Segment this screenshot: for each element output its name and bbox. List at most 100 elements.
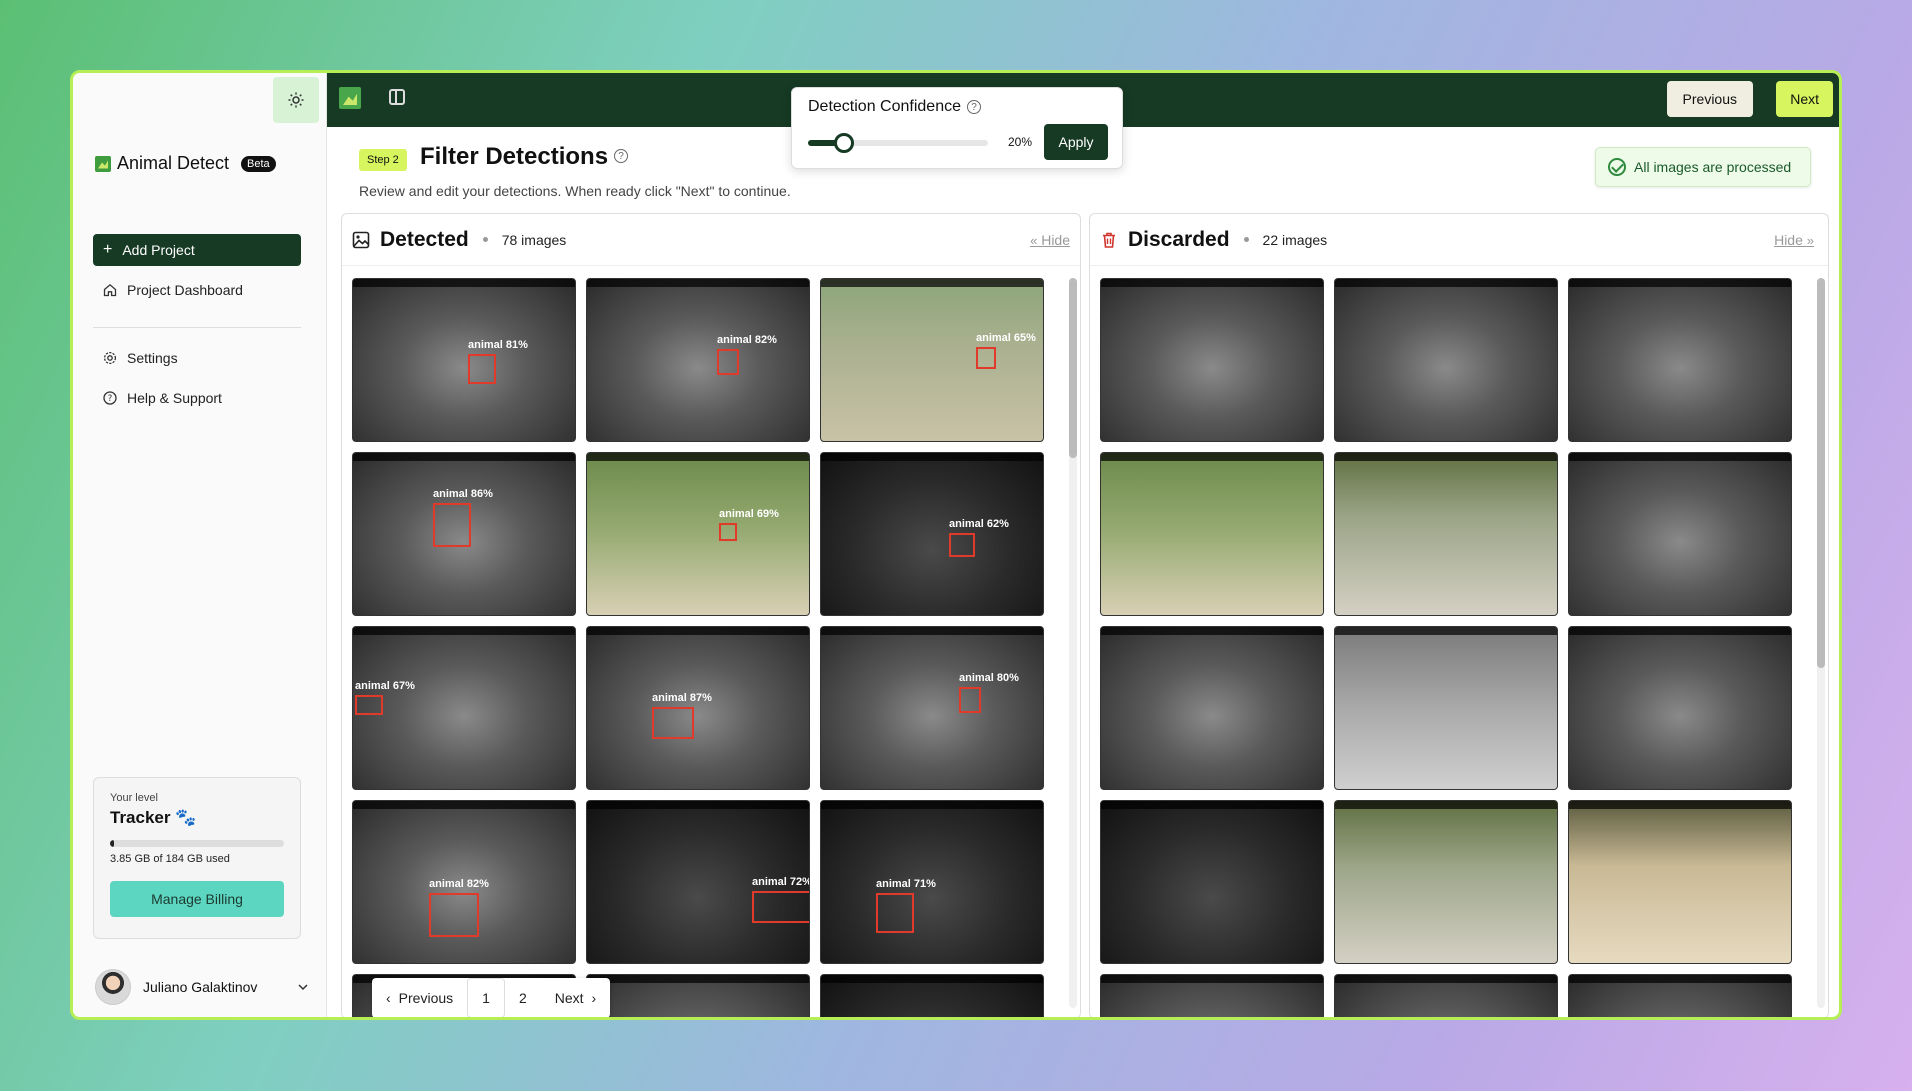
detection-thumbnail[interactable]: animal 80% bbox=[820, 626, 1044, 790]
camera-timestamp bbox=[821, 975, 1043, 983]
detection-thumbnail[interactable]: animal 67% bbox=[352, 626, 576, 790]
theme-toggle-button[interactable] bbox=[273, 77, 319, 123]
discarded-thumbnail[interactable] bbox=[1100, 800, 1324, 964]
hide-detected-link[interactable]: « Hide bbox=[1030, 232, 1070, 248]
camera-timestamp bbox=[1101, 279, 1323, 287]
detection-thumbnail[interactable]: animal 81% bbox=[352, 278, 576, 442]
help-icon[interactable]: ? bbox=[614, 149, 628, 163]
confidence-slider-handle[interactable] bbox=[834, 133, 854, 153]
camera-timestamp bbox=[1569, 627, 1791, 635]
hide-discarded-link[interactable]: Hide » bbox=[1774, 232, 1814, 248]
discarded-thumbnail[interactable] bbox=[1334, 278, 1558, 442]
apply-button[interactable]: Apply bbox=[1044, 124, 1108, 160]
discarded-thumbnail[interactable] bbox=[1568, 626, 1792, 790]
sidebar-item-label: Project Dashboard bbox=[127, 282, 243, 298]
page-subtitle: Review and edit your detections. When re… bbox=[359, 183, 791, 199]
discarded-thumbnail[interactable] bbox=[1334, 626, 1558, 790]
detection-thumbnail[interactable]: animal 71% bbox=[820, 800, 1044, 964]
detection-bounding-box[interactable] bbox=[959, 687, 981, 713]
camera-timestamp bbox=[821, 279, 1043, 287]
discarded-thumbnail[interactable] bbox=[1100, 626, 1324, 790]
detected-count: 78 images bbox=[501, 231, 567, 248]
logo-icon bbox=[95, 155, 111, 172]
camera-timestamp bbox=[1569, 279, 1791, 287]
sidebar-item-label: Settings bbox=[127, 350, 178, 366]
discarded-scrollbar[interactable] bbox=[1817, 278, 1825, 1008]
detected-panel-header: Detected 78 images « Hide bbox=[342, 214, 1080, 266]
detection-thumbnail[interactable]: animal 65% bbox=[820, 278, 1044, 442]
discarded-thumbnail[interactable] bbox=[1334, 452, 1558, 616]
confidence-slider[interactable] bbox=[808, 133, 988, 153]
storage-usage: 3.85 GB of 184 GB used bbox=[110, 853, 230, 865]
detection-label: animal 80% bbox=[959, 672, 1019, 684]
camera-timestamp bbox=[587, 453, 809, 461]
detection-bounding-box[interactable] bbox=[949, 533, 975, 557]
manage-billing-button[interactable]: Manage Billing bbox=[110, 881, 284, 917]
discarded-thumbnail[interactable] bbox=[1100, 278, 1324, 442]
sun-icon bbox=[288, 92, 304, 108]
discarded-thumbnail[interactable] bbox=[1568, 974, 1792, 1017]
beta-badge: Beta bbox=[241, 155, 276, 172]
chevrons-right-icon: » bbox=[1806, 233, 1814, 248]
discarded-thumbnail[interactable] bbox=[1100, 452, 1324, 616]
app-logo-icon[interactable] bbox=[339, 87, 361, 109]
detection-thumbnail[interactable]: animal 82% bbox=[352, 800, 576, 964]
detection-bounding-box[interactable] bbox=[876, 893, 914, 933]
sidebar-item-settings[interactable]: Settings bbox=[93, 342, 301, 374]
detection-bounding-box[interactable] bbox=[652, 707, 694, 739]
detected-scrollbar[interactable] bbox=[1069, 278, 1077, 1008]
sidebar-item-help-support[interactable]: ? Help & Support bbox=[93, 382, 301, 414]
detection-label: animal 67% bbox=[355, 680, 415, 692]
detection-thumbnail[interactable] bbox=[586, 974, 810, 1017]
user-menu[interactable]: Juliano Galaktinov bbox=[95, 969, 309, 1005]
discarded-thumbnail[interactable] bbox=[1568, 800, 1792, 964]
detected-title: Detected bbox=[380, 227, 469, 251]
pagination-page-1[interactable]: 1 bbox=[467, 978, 505, 1017]
camera-timestamp bbox=[587, 279, 809, 287]
app-window: Animal Detect Beta + Add Project Project… bbox=[70, 70, 1842, 1020]
next-step-button[interactable]: Next bbox=[1776, 81, 1833, 117]
detection-thumbnail[interactable]: animal 82% bbox=[586, 278, 810, 442]
camera-timestamp bbox=[353, 453, 575, 461]
discarded-thumbnail[interactable] bbox=[1100, 974, 1324, 1017]
help-icon[interactable]: ? bbox=[966, 100, 981, 114]
detection-thumbnail[interactable]: animal 72% bbox=[586, 800, 810, 964]
pagination-page-2[interactable]: 2 bbox=[505, 978, 541, 1017]
detection-thumbnail[interactable]: animal 69% bbox=[586, 452, 810, 616]
scrollbar-thumb[interactable] bbox=[1817, 278, 1825, 668]
pagination-next-label: Next bbox=[554, 990, 584, 1006]
status-text: All images are processed bbox=[1634, 159, 1792, 175]
detection-bounding-box[interactable] bbox=[429, 893, 479, 937]
pagination-previous-button[interactable]: ‹ Previous bbox=[372, 978, 467, 1017]
sidebar-toggle-icon[interactable] bbox=[389, 89, 405, 105]
discarded-thumbnail[interactable] bbox=[1334, 800, 1558, 964]
detection-bounding-box[interactable] bbox=[976, 347, 996, 369]
detection-bounding-box[interactable] bbox=[719, 523, 737, 541]
detection-bounding-box[interactable] bbox=[717, 349, 739, 375]
detection-thumbnail[interactable]: animal 62% bbox=[820, 452, 1044, 616]
chevron-down-icon bbox=[298, 984, 308, 991]
pagination-next-button[interactable]: Next › bbox=[541, 978, 610, 1017]
chevron-right-icon: › bbox=[591, 990, 597, 1006]
previous-step-button[interactable]: Previous bbox=[1666, 81, 1753, 117]
scrollbar-thumb[interactable] bbox=[1069, 278, 1077, 458]
add-project-label: Add Project bbox=[122, 242, 195, 258]
discarded-thumbnail[interactable] bbox=[1568, 278, 1792, 442]
add-project-button[interactable]: + Add Project bbox=[93, 234, 301, 266]
detection-bounding-box[interactable] bbox=[468, 354, 496, 384]
detection-bounding-box[interactable] bbox=[752, 891, 809, 923]
sidebar-item-label: Help & Support bbox=[127, 390, 222, 406]
avatar bbox=[95, 969, 131, 1005]
discarded-thumbnail[interactable] bbox=[1568, 452, 1792, 616]
user-name: Juliano Galaktinov bbox=[143, 979, 258, 995]
brand[interactable]: Animal Detect Beta bbox=[95, 153, 276, 174]
sidebar-item-project-dashboard[interactable]: Project Dashboard bbox=[93, 274, 301, 306]
detection-thumbnail[interactable] bbox=[820, 974, 1044, 1017]
discarded-thumbnail[interactable] bbox=[1334, 974, 1558, 1017]
detection-bounding-box[interactable] bbox=[355, 695, 383, 715]
detection-bounding-box[interactable] bbox=[433, 503, 471, 547]
camera-timestamp bbox=[587, 627, 809, 635]
detection-thumbnail[interactable]: animal 87% bbox=[586, 626, 810, 790]
camera-timestamp bbox=[1569, 453, 1791, 461]
detection-thumbnail[interactable]: animal 86% bbox=[352, 452, 576, 616]
